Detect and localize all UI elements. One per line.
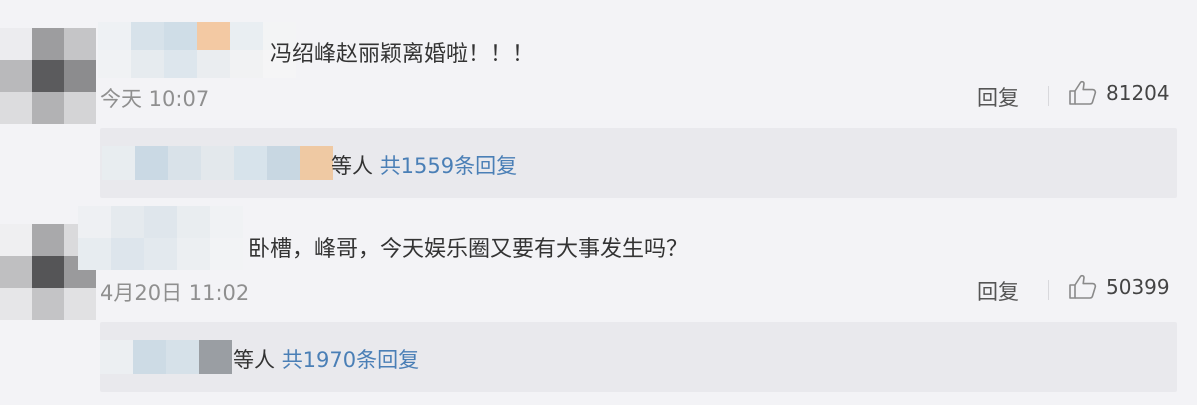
- reply-users-pixelated: [102, 146, 333, 180]
- like-count: 50399: [1106, 275, 1170, 299]
- username-pixel: [230, 22, 263, 50]
- username-pixel: [164, 22, 197, 50]
- username-pixel: [144, 206, 177, 238]
- like-button[interactable]: 81204: [1068, 80, 1170, 106]
- reply-button[interactable]: 回复: [977, 82, 1019, 112]
- reply-user-pixel: [100, 340, 133, 374]
- reply-user-pixel: [267, 146, 300, 180]
- comment-item: 卧槽，峰哥，今天娱乐圈又要有大事发生吗？ 4月20日 11:02 回复 5039…: [0, 200, 1197, 405]
- avatar-pixel: [64, 288, 96, 320]
- reply-user-pixel: [201, 146, 234, 180]
- reply-button[interactable]: 回复: [977, 276, 1019, 306]
- avatar-pixel: [64, 28, 96, 60]
- username-pixel: [177, 206, 210, 238]
- reply-suffix: 等人: [233, 348, 275, 372]
- thumbs-up-icon: [1069, 274, 1097, 299]
- username-pixel: [197, 50, 230, 78]
- username-pixel: [197, 22, 230, 50]
- username-pixelated[interactable]: [98, 22, 296, 78]
- avatar-pixel: [32, 256, 64, 288]
- avatar-pixel: [32, 224, 64, 256]
- avatar-pixel: [32, 92, 64, 124]
- username-pixel: [78, 238, 111, 270]
- username-pixel: [111, 238, 144, 270]
- comment-text: 卧槽，峰哥，今天娱乐圈又要有大事发生吗？: [248, 237, 689, 262]
- divider: [1048, 280, 1049, 300]
- username-pixel: [210, 206, 243, 238]
- username-pixel: [131, 50, 164, 78]
- username-pixel: [177, 238, 210, 270]
- avatar-pixel: [64, 92, 96, 124]
- reply-user-pixel: [199, 340, 232, 374]
- comment-item: 冯绍峰赵丽颖离婚啦！！！ 今天 10:07 回复 81204 等人 共1559条…: [0, 0, 1197, 200]
- avatar-pixel: [64, 60, 96, 92]
- avatar-pixel: [0, 288, 32, 320]
- username-pixel: [164, 50, 197, 78]
- divider: [1048, 86, 1049, 106]
- avatar-pixel: [0, 224, 32, 256]
- username-pixel: [98, 22, 131, 50]
- thumbs-up-icon: [1069, 80, 1097, 105]
- reply-summary-box[interactable]: 等人 共1559条回复: [100, 128, 1177, 198]
- avatar[interactable]: [0, 28, 96, 124]
- comment-timestamp: 4月20日 11:02: [100, 281, 250, 305]
- username-pixel: [111, 206, 144, 238]
- reply-summary: 等人 共1970条回复: [233, 344, 419, 374]
- reply-users-pixelated: [100, 340, 232, 374]
- avatar-pixel: [32, 288, 64, 320]
- reply-user-pixel: [133, 340, 166, 374]
- reply-user-pixel: [234, 146, 267, 180]
- avatar-pixel: [32, 60, 64, 92]
- username-pixelated[interactable]: [78, 206, 243, 270]
- like-button[interactable]: 50399: [1068, 274, 1170, 300]
- avatar-pixel: [32, 28, 64, 60]
- view-replies-link[interactable]: 共1559条回复: [380, 154, 517, 178]
- like-count: 81204: [1106, 81, 1170, 105]
- username-pixel: [131, 22, 164, 50]
- username-pixel: [210, 238, 243, 270]
- username-pixel: [78, 206, 111, 238]
- reply-user-pixel: [300, 146, 333, 180]
- avatar-pixel: [0, 256, 32, 288]
- reply-user-pixel: [135, 146, 168, 180]
- username-pixel: [230, 50, 263, 78]
- reply-suffix: 等人: [331, 154, 373, 178]
- reply-summary: 等人 共1559条回复: [331, 150, 517, 180]
- reply-user-pixel: [166, 340, 199, 374]
- reply-user-pixel: [102, 146, 135, 180]
- avatar-pixel: [0, 92, 32, 124]
- comment-text: 冯绍峰赵丽颖离婚啦！！！: [270, 42, 535, 67]
- view-replies-link[interactable]: 共1970条回复: [282, 348, 419, 372]
- username-pixel: [98, 50, 131, 78]
- reply-summary-box[interactable]: 等人 共1970条回复: [100, 322, 1177, 392]
- avatar-pixel: [0, 60, 32, 92]
- comment-timestamp: 今天 10:07: [100, 87, 210, 111]
- avatar-pixel: [0, 28, 32, 60]
- reply-user-pixel: [168, 146, 201, 180]
- username-pixel: [144, 238, 177, 270]
